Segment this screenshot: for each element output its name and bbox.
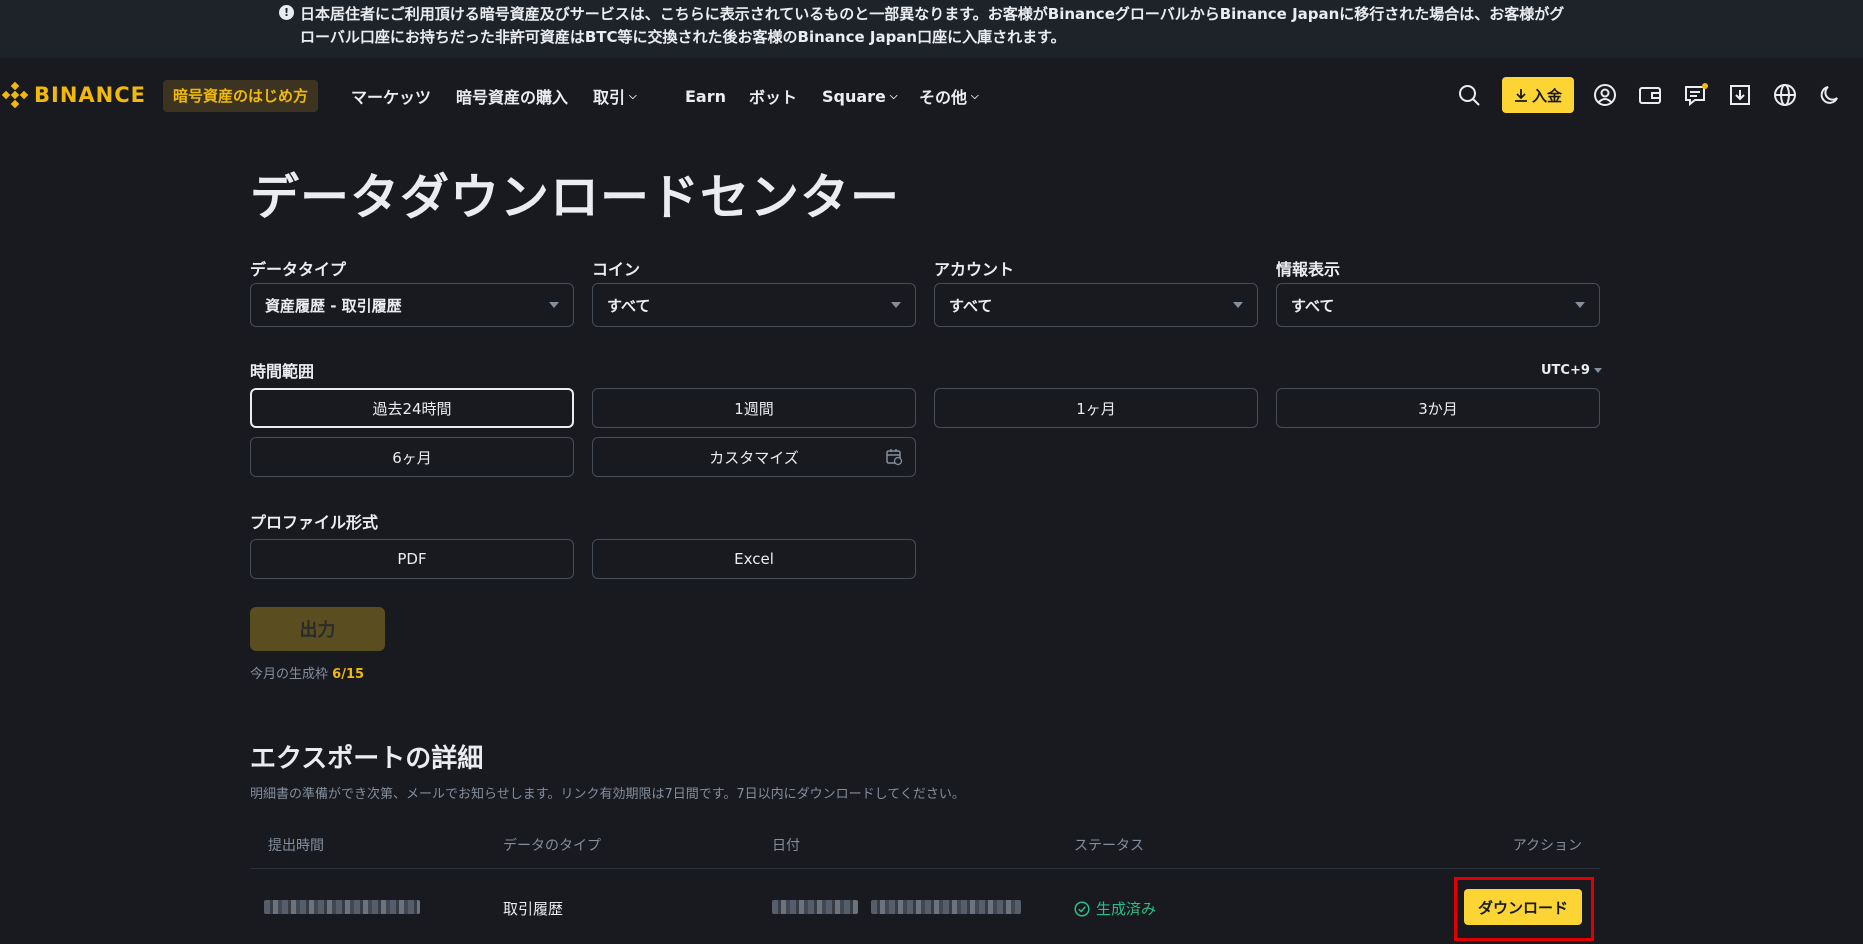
time-range-label: 時間範囲 xyxy=(250,362,315,381)
date-range-redacted xyxy=(772,900,1021,918)
nav-right: 入金 xyxy=(1456,77,1843,113)
column-date: 日付 xyxy=(772,838,800,854)
time-option-1m[interactable]: 1ヶ月 xyxy=(934,388,1258,428)
messages-icon[interactable] xyxy=(1682,82,1709,108)
time-option-3m[interactable]: 3か月 xyxy=(1276,388,1600,428)
binance-logo[interactable]: BINANCE xyxy=(2,82,146,108)
caret-down-icon xyxy=(549,302,559,308)
time-option-6m[interactable]: 6ヶ月 xyxy=(250,437,574,477)
caret-down-icon xyxy=(1575,302,1585,308)
export-description: 明細書の準備ができ次第、メールでお知らせします。リンク有効期限は7日間です。7日… xyxy=(250,787,965,802)
globe-icon[interactable] xyxy=(1772,82,1798,108)
download-icon xyxy=(1515,89,1527,102)
info-select[interactable]: すべて xyxy=(1276,283,1600,327)
chevron-down-icon: ⌵ xyxy=(629,90,637,102)
wallet-icon[interactable] xyxy=(1637,82,1663,108)
nav-link-square[interactable]: Square ⌵ xyxy=(822,84,919,108)
caret-down-icon xyxy=(1233,302,1243,308)
time-option-24h[interactable]: 過去24時間 xyxy=(250,388,574,428)
nav-beginner-button[interactable]: 暗号資産のはじめ方 xyxy=(163,80,319,112)
deposit-button[interactable]: 入金 xyxy=(1502,77,1575,113)
submit-time-redacted xyxy=(264,900,420,918)
column-status: ステータス xyxy=(1074,838,1144,854)
nav-links: マーケッツ 暗号資産の購入 取引 ⌵ Earn ボット Square ⌵ その他 ⌵ xyxy=(351,84,999,108)
quota-value: 6/15 xyxy=(332,667,365,682)
info-icon: ! xyxy=(279,5,294,20)
format-option-pdf[interactable]: PDF xyxy=(250,539,574,579)
nav-link-markets[interactable]: マーケッツ xyxy=(351,84,456,108)
binance-logo-icon xyxy=(2,82,28,108)
status-badge: 生成済み xyxy=(1074,898,1156,919)
chevron-down-icon: ⌵ xyxy=(971,90,979,102)
search-icon[interactable] xyxy=(1456,82,1482,108)
notice-banner: ! 日本居住者にご利用頂ける暗号資産及びサービスは、こちらに表示されているものと… xyxy=(0,0,1863,58)
nav-link-earn[interactable]: Earn xyxy=(685,84,727,108)
account-select[interactable]: すべて xyxy=(934,283,1258,327)
profile-format-label: プロファイル形式 xyxy=(250,513,379,532)
notification-dot-icon xyxy=(1702,83,1709,89)
chevron-down-icon: ⌵ xyxy=(889,90,898,102)
calendar-icon xyxy=(886,449,903,466)
coin-label: コイン xyxy=(592,260,641,279)
theme-moon-icon[interactable] xyxy=(1817,82,1843,108)
check-circle-icon xyxy=(1074,900,1090,917)
timezone-select[interactable]: UTC+9 xyxy=(1541,363,1602,378)
format-option-excel[interactable]: Excel xyxy=(592,539,916,579)
column-submit-time: 提出時間 xyxy=(268,838,324,854)
time-option-1w[interactable]: 1週間 xyxy=(592,388,916,428)
export-title: エクスポートの詳細 xyxy=(250,744,484,774)
time-option-custom[interactable]: カスタマイズ xyxy=(592,437,916,477)
app-download-icon[interactable] xyxy=(1727,82,1753,108)
caret-down-icon xyxy=(891,302,901,308)
row-data-type: 取引履歴 xyxy=(503,900,564,918)
column-action: アクション xyxy=(1512,838,1582,854)
page-title: データダウンロードセンター xyxy=(250,169,901,226)
caret-down-icon xyxy=(1593,368,1602,373)
column-data-type: データのタイプ xyxy=(503,838,601,854)
data-type-select[interactable]: 資産履歴 - 取引履歴 xyxy=(250,283,574,327)
nav-link-bot[interactable]: ボット xyxy=(727,84,822,108)
output-button[interactable]: 出力 xyxy=(250,607,385,651)
nav-link-more[interactable]: その他 ⌵ xyxy=(919,84,999,108)
account-label: アカウント xyxy=(934,260,1015,279)
top-nav: BINANCE 暗号資産のはじめ方 マーケッツ 暗号資産の購入 取引 ⌵ Earn… xyxy=(0,58,1863,132)
account-icon[interactable] xyxy=(1592,82,1618,108)
table-header: 提出時間 データのタイプ 日付 ステータス アクション xyxy=(250,835,1600,869)
quota-text: 今月の生成枠 6/15 xyxy=(250,667,365,682)
nav-link-trade[interactable]: 取引 ⌵ xyxy=(593,84,685,108)
info-label: 情報表示 xyxy=(1276,260,1341,279)
nav-link-buy-crypto[interactable]: 暗号資産の購入 xyxy=(456,84,593,108)
coin-select[interactable]: すべて xyxy=(592,283,916,327)
data-type-label: データタイプ xyxy=(250,260,347,279)
notice-text: 日本居住者にご利用頂ける暗号資産及びサービスは、こちらに表示されているものと一部… xyxy=(300,5,1565,46)
table-row: 取引履歴 生成済み xyxy=(250,870,1600,944)
logo-text: BINANCE xyxy=(34,83,146,107)
download-button[interactable]: ダウンロード xyxy=(1464,889,1582,925)
